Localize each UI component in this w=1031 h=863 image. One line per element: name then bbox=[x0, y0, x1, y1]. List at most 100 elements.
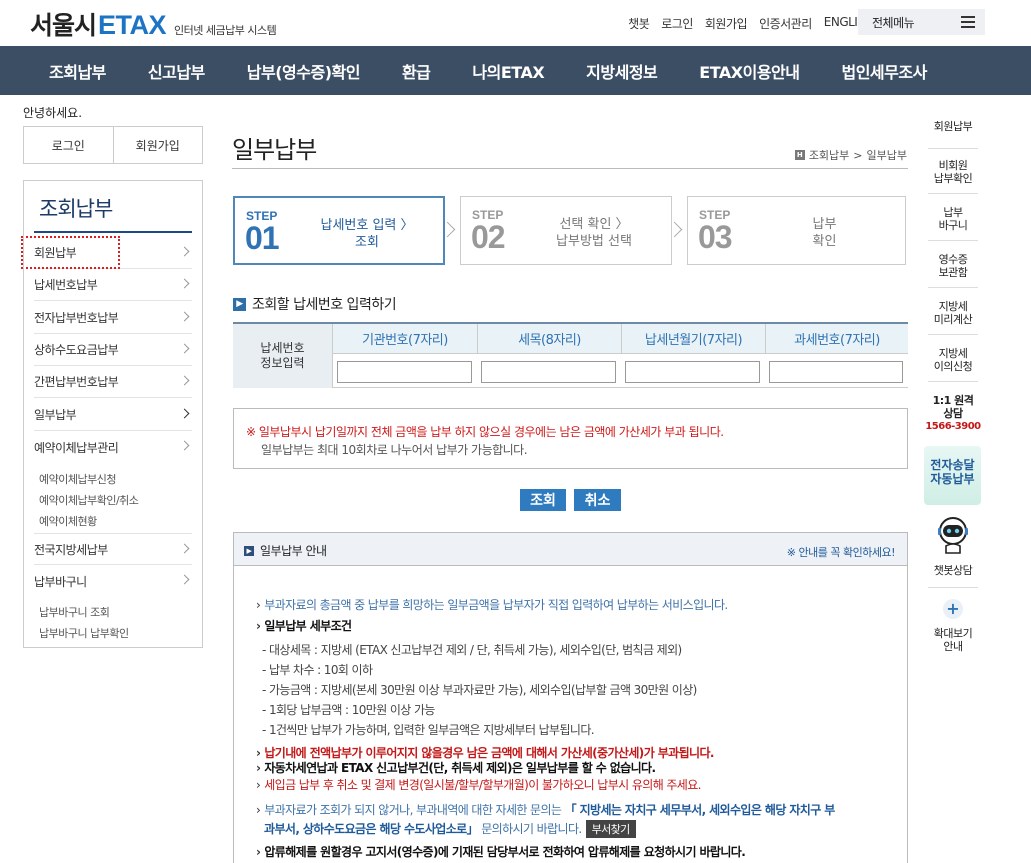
cancel-button[interactable]: 취소 bbox=[574, 489, 621, 511]
auto-pay-label: 자동납부 bbox=[930, 472, 975, 486]
logo-etax: ETAX bbox=[98, 10, 167, 40]
nav-report-pay[interactable]: 신고납부 bbox=[127, 59, 226, 83]
arrow-right-icon: ▶ bbox=[244, 545, 254, 556]
quick-divider bbox=[928, 587, 978, 588]
all-menu-label: 전체메뉴 bbox=[872, 15, 915, 30]
step-3: STEP 03 납부 확인 bbox=[687, 196, 906, 265]
nav-inquiry-pay[interactable]: 조회납부 bbox=[28, 59, 127, 83]
chatbot-robot-icon[interactable] bbox=[936, 516, 970, 554]
guide-line-7: › 압류해제를 원할경우 고지서(영수증)에 기재된 담당부서로 전화하여 압류해… bbox=[256, 843, 746, 860]
nav-etax-guide[interactable]: ETAX이용안내 bbox=[678, 59, 820, 83]
greeting: 안녕하세요. bbox=[23, 106, 83, 120]
nav-local-tax-info[interactable]: 지방세정보 bbox=[565, 59, 678, 83]
breadcrumb-current: 일부납부 bbox=[866, 149, 907, 162]
side-item-national-pay[interactable]: 전국지방세납부 bbox=[34, 533, 192, 565]
quick-remote-consult[interactable]: 1:1 원격 상담 1566-3900 bbox=[924, 394, 982, 433]
step-text-line: 납부 bbox=[812, 217, 837, 232]
step-text: 선택 확인 〉 납부방법 선택 bbox=[521, 216, 667, 250]
left-join-button[interactable]: 회원가입 bbox=[114, 127, 203, 163]
util-chatbot-link[interactable]: 챗봇 bbox=[628, 15, 650, 32]
nav-my-etax[interactable]: 나의ETAX bbox=[451, 59, 565, 83]
side-sub-basket-view[interactable]: 납부바구니 조회 bbox=[39, 604, 110, 620]
zoom-plus-icon[interactable]: + bbox=[943, 599, 963, 619]
side-sub-basket-confirm[interactable]: 납부바구니 납부확인 bbox=[39, 625, 129, 641]
util-join-link[interactable]: 회원가입 bbox=[705, 15, 748, 32]
side-sub-reserve-status[interactable]: 예약이체현황 bbox=[39, 513, 97, 529]
taxno-input[interactable] bbox=[769, 361, 903, 383]
taxitem-code-input[interactable] bbox=[481, 361, 616, 383]
row-header-line: 정보입력 bbox=[260, 356, 305, 370]
step-1: STEP 01 납세번호 입력 〉 조회 bbox=[233, 196, 445, 265]
search-button[interactable]: 조회 bbox=[520, 489, 566, 511]
all-menu-button[interactable]: 전체메뉴 bbox=[858, 9, 985, 35]
side-item-simple-pay[interactable]: 간편납부번호납부 bbox=[34, 366, 192, 398]
col-header-agency: 기관번호(7자리) bbox=[333, 324, 477, 354]
breadcrumb-item[interactable]: 조회납부 bbox=[809, 147, 849, 163]
consult-phone: 1566-3900 bbox=[925, 421, 981, 432]
quick-guest-confirm[interactable]: 비회원 납부확인 bbox=[924, 159, 982, 185]
find-department-button[interactable]: 부서찾기 bbox=[585, 820, 636, 838]
quick-basket[interactable]: 납부 바구니 bbox=[924, 206, 982, 232]
agency-code-input[interactable] bbox=[337, 361, 472, 383]
quick-divider bbox=[928, 148, 978, 149]
step-number: 02 bbox=[471, 219, 506, 255]
bullet-icon: › bbox=[256, 845, 261, 859]
guide-line-4: › 자동차세연납과 ETAX 신고납부건(단, 취득세 제외)은 일부납부를 할 … bbox=[256, 759, 656, 776]
nav-corporate-audit[interactable]: 법인세무조사 bbox=[820, 59, 947, 83]
quick-divider bbox=[928, 240, 978, 241]
login-box: 로그인 회원가입 bbox=[23, 126, 203, 164]
home-icon[interactable]: H bbox=[794, 150, 805, 160]
side-item-label: 간편납부번호납부 bbox=[34, 375, 119, 389]
side-item-label: 납세번호납부 bbox=[34, 278, 98, 292]
zoom-label: 확대보기 bbox=[933, 627, 973, 640]
guide-title: ▶ 일부납부 안내 bbox=[244, 542, 327, 559]
bullet-icon: › bbox=[256, 761, 261, 775]
side-item-partial-pay[interactable]: 일부납부 bbox=[34, 399, 192, 431]
quick-zoom-guide[interactable]: 확대보기 안내 bbox=[924, 627, 982, 653]
notice-warning: ※ 일부납부시 납기일까지 전체 금액을 납부 하지 않으실 경우에는 남은 금… bbox=[246, 425, 724, 439]
util-login-link[interactable]: 로그인 bbox=[661, 15, 693, 32]
guide-text-emphasis: 「 지방세는 자치구 세무부서, 세외수입은 해당 자치구 부 bbox=[564, 803, 836, 817]
side-item-label: 일부납부 bbox=[34, 408, 77, 422]
quick-member-pay[interactable]: 회원납부 bbox=[924, 120, 982, 133]
guide-sub-4: - 1회당 납부금액 : 10만원 이상 가능 bbox=[262, 703, 435, 717]
side-item-epay-no-pay[interactable]: 전자납부번호납부 bbox=[34, 302, 192, 334]
logo-main: 서울시 bbox=[30, 11, 97, 40]
side-item-taxno-pay[interactable]: 납세번호납부 bbox=[34, 269, 192, 301]
bullet-icon: › bbox=[256, 803, 261, 817]
quick-pre-calc[interactable]: 지방세 미리계산 bbox=[924, 300, 982, 326]
side-item-basket[interactable]: 납부바구니 bbox=[34, 565, 192, 597]
consult-label: 1:1 원격 bbox=[932, 394, 974, 407]
nav-receipt[interactable]: 납부(영수증)확인 bbox=[226, 59, 381, 83]
chevron-right-icon bbox=[179, 246, 190, 257]
period-input[interactable] bbox=[625, 361, 760, 383]
quick-auto-pay[interactable]: 전자송달 자동납부 bbox=[924, 446, 981, 505]
site-logo[interactable]: 서울시 ETAX 인터넷 세금납부 시스템 bbox=[30, 6, 277, 42]
chevron-right-icon bbox=[179, 343, 190, 354]
side-sub-reserve-apply[interactable]: 예약이체납부신청 bbox=[39, 471, 116, 487]
nav-refund[interactable]: 환급 bbox=[381, 59, 451, 83]
guide-line-6b: 과부서, 상하수도요금은 해당 수도사업소로」 문의하시기 바랍니다. 부서찾기 bbox=[264, 820, 636, 838]
page-title: 일부납부 bbox=[232, 136, 317, 164]
util-cert-link[interactable]: 인증서관리 bbox=[759, 15, 812, 32]
breadcrumb-sep-icon: > bbox=[853, 148, 863, 162]
side-item-label: 상하수도요금납부 bbox=[34, 343, 119, 357]
quick-objection[interactable]: 지방세 이의신청 bbox=[924, 347, 982, 373]
side-item-reserve-pay[interactable]: 예약이체납부관리 bbox=[34, 431, 192, 463]
quick-receipt-box[interactable]: 영수증 보관함 bbox=[924, 253, 982, 279]
quick-divider bbox=[928, 193, 978, 194]
guide-text: 일부납부 세부조건 bbox=[264, 619, 352, 633]
quick-chatbot[interactable]: 챗봇상담 bbox=[924, 564, 982, 577]
side-item-water-pay[interactable]: 상하수도요금납부 bbox=[34, 334, 192, 366]
title-divider bbox=[232, 168, 908, 169]
guide-note: ※ 안내를 꼭 확인하세요! bbox=[786, 546, 896, 559]
logo-subtitle: 인터넷 세금납부 시스템 bbox=[174, 24, 277, 37]
left-login-button[interactable]: 로그인 bbox=[24, 127, 114, 163]
highlight-marker bbox=[21, 236, 120, 269]
bullet-icon: › bbox=[256, 598, 261, 612]
step-2: STEP 02 선택 확인 〉 납부방법 선택 bbox=[460, 196, 672, 265]
guide-line-2: › 일부납부 세부조건 bbox=[256, 617, 352, 634]
side-sub-reserve-confirm[interactable]: 예약이체납부확인/취소 bbox=[39, 492, 139, 508]
step-text: 납부 확인 bbox=[748, 216, 901, 250]
top-bar: 서울시 ETAX 인터넷 세금납부 시스템 챗봇 로그인 회원가입 인증서관리 … bbox=[0, 0, 1031, 46]
